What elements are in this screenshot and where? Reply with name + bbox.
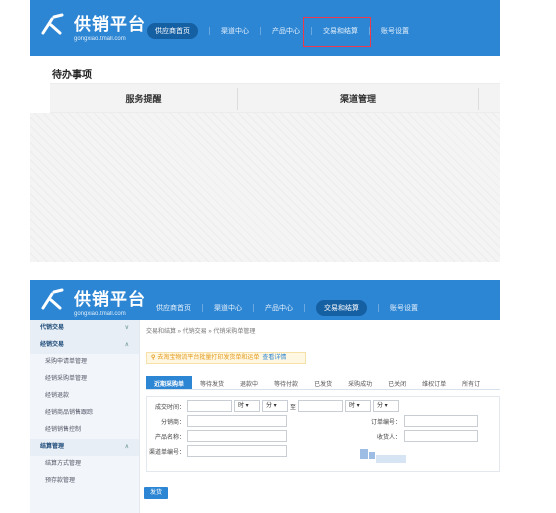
sidebar-item-refund[interactable]: 经销退款 xyxy=(30,388,139,405)
sidebar-item-settlement-methods[interactable]: 结算方式管理 xyxy=(30,456,139,473)
logo[interactable]: 供销平台 gongxiao.tmall.com xyxy=(38,10,146,42)
tab-recent[interactable]: 近期采购单 xyxy=(146,376,193,389)
recipient-input[interactable] xyxy=(404,430,478,442)
nav-product-center[interactable]: 产品中心 xyxy=(272,26,300,36)
nav-channel-center[interactable]: 渠道中心 xyxy=(221,26,249,36)
tab-all[interactable]: 所有订 xyxy=(454,376,488,389)
channel-order-input[interactable] xyxy=(187,445,287,457)
blurred-region xyxy=(369,452,375,459)
tab-awaiting-payment[interactable]: 等待付款 xyxy=(266,376,306,389)
column-divider xyxy=(478,88,479,110)
sidebar-group-label: 代销交易 xyxy=(40,325,65,331)
chevron-down-icon: ∨ xyxy=(124,325,129,331)
sidebar-group-settlement[interactable]: 结算管理 ∧ xyxy=(30,439,139,456)
notice-link[interactable]: 查看详情 xyxy=(262,355,286,361)
chevron-up-icon: ∧ xyxy=(124,342,129,348)
distributor-label: 分销商： xyxy=(160,420,185,426)
sidebar-item-prepayment[interactable]: 预存款管理 xyxy=(30,473,139,490)
sidebar-item-purchase-orders[interactable]: 经销采购单管理 xyxy=(30,371,139,388)
nav-account-settings[interactable]: 账号设置 xyxy=(381,26,409,36)
hour-to-select[interactable]: 时 ▾ xyxy=(345,400,371,412)
deal-time-from-input[interactable] xyxy=(187,400,232,412)
nav-trade-settlement[interactable]: 交易和结算 xyxy=(316,300,367,316)
hour-unit: 时 xyxy=(238,403,245,409)
tab-success[interactable]: 采购成功 xyxy=(340,376,380,389)
main-content: 交易和结算 » 代销交易 » 代销采购单管理 ⚲ 去淘宝物流平台批量打印发货单和运… xyxy=(140,320,500,513)
distributor-input[interactable] xyxy=(187,415,287,427)
todo-title: 待办事项 xyxy=(52,70,92,81)
nav-supplier-home[interactable]: 供应商首页 xyxy=(147,23,198,39)
warning-icon: ⚲ xyxy=(151,355,156,361)
nav-divider xyxy=(260,27,261,35)
notice-text: 去淘宝物流平台批量打印发货单和运单 xyxy=(157,355,260,361)
sidebar-group-consign[interactable]: 代销交易 ∨ xyxy=(30,320,139,337)
logo-subtitle: gongxiao.tmall.com xyxy=(74,311,126,317)
sidebar-group-label: 结算管理 xyxy=(40,444,65,450)
logo-title: 供销平台 xyxy=(74,290,146,309)
minute-unit: 分 xyxy=(266,403,273,409)
minute-to-select[interactable]: 分 ▾ xyxy=(373,400,399,412)
highlight-box xyxy=(303,17,371,47)
order-no-input[interactable] xyxy=(404,415,478,427)
logo[interactable]: 供销平台 gongxiao.tmall.com xyxy=(38,285,146,317)
product-label: 产品名称： xyxy=(154,435,185,441)
sidebar-group-label: 经销交易 xyxy=(40,342,65,348)
tab-awaiting-shipment[interactable]: 等待发货 xyxy=(192,376,232,389)
top-bar: 供销平台 gongxiao.tmall.com 供应商首页 渠道中心 产品中心 … xyxy=(30,0,500,56)
nav-divider xyxy=(209,27,210,35)
logo-mark-icon xyxy=(41,288,64,310)
logo-mark-icon xyxy=(41,13,64,35)
hour-from-select[interactable]: 时 ▾ xyxy=(234,400,260,412)
top-nav: 供应商首页 渠道中心 产品中心 交易和结算 账号设置 xyxy=(156,300,418,316)
to-label: 至 xyxy=(290,405,297,411)
todo-col-service[interactable]: 服务提醒 xyxy=(50,84,237,114)
tab-refunding[interactable]: 退款中 xyxy=(232,376,266,389)
deal-time-label: 成交时间： xyxy=(154,405,185,411)
notice-banner: ⚲ 去淘宝物流平台批量打印发货单和运单 查看详情 xyxy=(146,352,306,364)
channel-order-label: 渠道单编号： xyxy=(149,450,186,456)
dashboard-screenshot: 供销平台 gongxiao.tmall.com 供应商首页 渠道中心 产品中心 … xyxy=(30,0,500,262)
nav-account-settings[interactable]: 账号设置 xyxy=(390,303,418,313)
minute-from-select[interactable]: 分 ▾ xyxy=(262,400,288,412)
chevron-up-icon: ∧ xyxy=(124,444,129,450)
nav-channel-center[interactable]: 渠道中心 xyxy=(214,303,242,313)
order-no-label: 订单编号： xyxy=(370,420,401,426)
nav-divider xyxy=(304,304,305,312)
product-input[interactable] xyxy=(187,430,287,442)
logo-title: 供销平台 xyxy=(74,15,146,34)
blurred-region xyxy=(376,455,406,463)
logo-subtitle: gongxiao.tmall.com xyxy=(74,36,126,42)
nav-divider xyxy=(202,304,203,312)
tab-closed[interactable]: 已关闭 xyxy=(380,376,414,389)
tab-shipped[interactable]: 已发货 xyxy=(306,376,340,389)
nav-supplier-home[interactable]: 供应商首页 xyxy=(156,303,191,313)
sidebar: 代销交易 ∨ 经销交易 ∧ 采购申请单管理 经销采购单管理 经销退款 经销商品销… xyxy=(30,320,140,513)
tab-disputes[interactable]: 维权订单 xyxy=(414,376,454,389)
top-bar: 供销平台 gongxiao.tmall.com 供应商首页 渠道中心 产品中心 … xyxy=(30,280,500,320)
sidebar-group-distribution[interactable]: 经销交易 ∧ xyxy=(30,337,139,354)
orders-screenshot: 供销平台 gongxiao.tmall.com 供应商首页 渠道中心 产品中心 … xyxy=(30,280,500,513)
order-tabs: 近期采购单 等待发货 退款中 等待付款 已发货 采购成功 已关闭 维权订单 所有… xyxy=(146,376,500,390)
sidebar-item-sales-control[interactable]: 经销销售控制 xyxy=(30,422,139,439)
filter-form: 成交时间： 时 ▾ 分 ▾ 至 时 ▾ 分 ▾ 分销商： 订单编号： 产品名称：… xyxy=(146,396,500,472)
recipient-label: 收货人： xyxy=(376,435,401,441)
breadcrumb: 交易和结算 » 代销交易 » 代销采购单管理 xyxy=(146,329,256,335)
search-button[interactable] xyxy=(360,449,368,459)
sidebar-item-sales-tracking[interactable]: 经销商品销售跟踪 xyxy=(30,405,139,422)
nav-divider xyxy=(378,304,379,312)
minute-unit: 分 xyxy=(377,403,384,409)
nav-divider xyxy=(253,304,254,312)
todo-header-row: 服务提醒 渠道管理 xyxy=(50,83,500,113)
nav-product-center[interactable]: 产品中心 xyxy=(265,303,293,313)
content-placeholder xyxy=(30,113,500,262)
sidebar-item-purchase-request[interactable]: 采购申请单管理 xyxy=(30,354,139,371)
todo-col-channel[interactable]: 渠道管理 xyxy=(238,84,478,114)
deal-time-to-input[interactable] xyxy=(298,400,343,412)
ship-button[interactable]: 发货 xyxy=(144,487,168,499)
hour-unit: 时 xyxy=(349,403,356,409)
